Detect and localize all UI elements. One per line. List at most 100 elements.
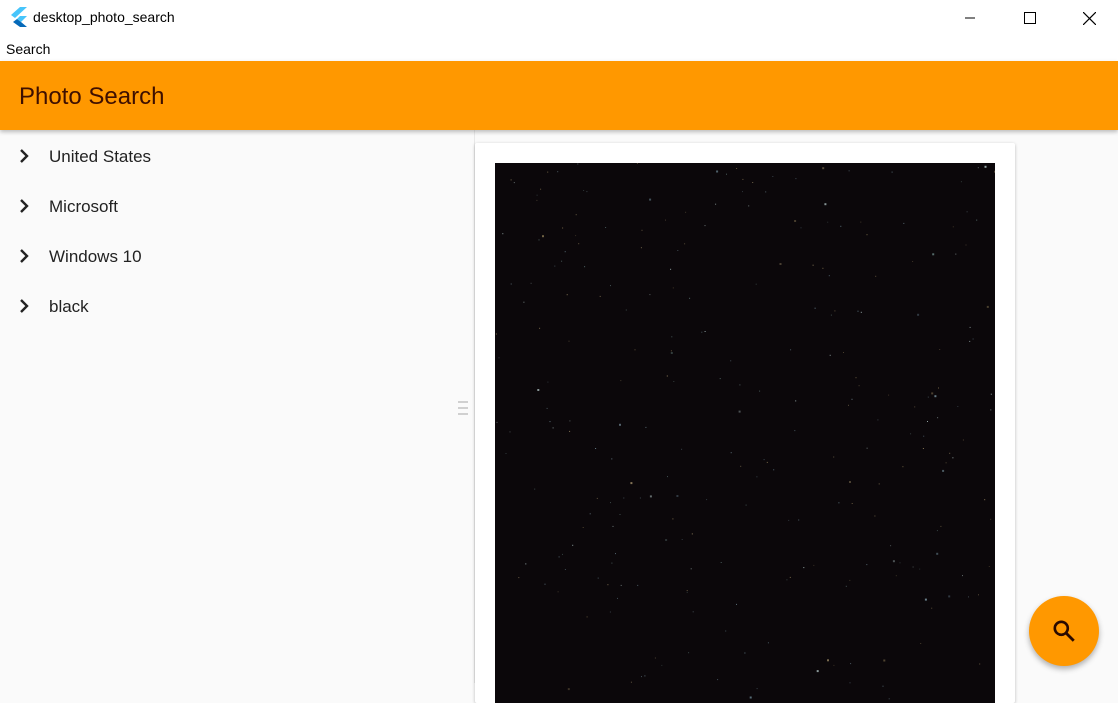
star bbox=[572, 544, 574, 546]
star bbox=[677, 250, 679, 251]
star bbox=[715, 203, 717, 205]
tree-item-united-states[interactable]: United States bbox=[0, 132, 450, 182]
star bbox=[685, 211, 687, 213]
star bbox=[979, 663, 981, 665]
star bbox=[978, 594, 979, 596]
maximize-icon bbox=[1024, 12, 1036, 24]
star bbox=[990, 518, 992, 520]
star bbox=[850, 663, 852, 665]
star bbox=[637, 584, 639, 586]
star bbox=[962, 439, 964, 441]
star bbox=[649, 294, 651, 296]
maximize-button[interactable] bbox=[1007, 0, 1053, 36]
star bbox=[610, 285, 611, 287]
star bbox=[779, 263, 782, 265]
tree-item-windows-10[interactable]: Windows 10 bbox=[0, 232, 450, 282]
star bbox=[927, 421, 928, 422]
star bbox=[892, 560, 895, 563]
star bbox=[939, 349, 941, 350]
photo-image[interactable] bbox=[495, 163, 995, 703]
star bbox=[619, 423, 621, 426]
star bbox=[827, 221, 829, 223]
star bbox=[848, 170, 850, 172]
star bbox=[578, 243, 580, 245]
star bbox=[920, 643, 922, 644]
star bbox=[544, 583, 546, 585]
star bbox=[851, 398, 853, 400]
star bbox=[948, 595, 951, 598]
star bbox=[609, 611, 611, 613]
star bbox=[833, 456, 835, 458]
star bbox=[965, 244, 967, 246]
star bbox=[752, 182, 754, 183]
star bbox=[742, 191, 743, 193]
star bbox=[858, 385, 860, 387]
star bbox=[748, 205, 750, 207]
star bbox=[495, 333, 497, 335]
star bbox=[795, 400, 797, 402]
star bbox=[786, 579, 788, 581]
star bbox=[686, 591, 688, 593]
star bbox=[931, 392, 934, 395]
star bbox=[902, 466, 904, 468]
star bbox=[584, 266, 586, 268]
star bbox=[860, 311, 862, 313]
drag-handle-icon[interactable] bbox=[456, 398, 470, 418]
star bbox=[649, 198, 652, 201]
star bbox=[744, 652, 746, 654]
star bbox=[977, 167, 979, 169]
star bbox=[934, 395, 937, 398]
star bbox=[692, 611, 694, 613]
star bbox=[765, 191, 767, 193]
star bbox=[542, 235, 544, 238]
star bbox=[834, 310, 836, 312]
star bbox=[681, 448, 683, 450]
star bbox=[518, 577, 520, 579]
star bbox=[575, 214, 577, 216]
tree-item-label: Windows 10 bbox=[49, 247, 142, 266]
star bbox=[597, 577, 599, 579]
star bbox=[888, 698, 890, 700]
close-button[interactable] bbox=[1066, 0, 1112, 36]
star bbox=[814, 307, 816, 309]
star bbox=[510, 283, 512, 285]
star bbox=[795, 178, 797, 180]
star bbox=[505, 453, 507, 454]
search-icon bbox=[1053, 620, 1075, 642]
star bbox=[595, 448, 597, 449]
star bbox=[719, 378, 721, 380]
star bbox=[891, 171, 893, 173]
star bbox=[640, 247, 642, 249]
star bbox=[914, 406, 916, 408]
star bbox=[498, 357, 500, 359]
star bbox=[513, 182, 515, 184]
minimize-button[interactable] bbox=[947, 0, 993, 36]
tree-item-microsoft[interactable]: Microsoft bbox=[0, 182, 450, 232]
menu-bar: Search bbox=[0, 36, 1118, 61]
star bbox=[740, 465, 742, 467]
star bbox=[670, 350, 672, 352]
star bbox=[540, 188, 542, 190]
tree-item-label: United States bbox=[49, 147, 152, 166]
star bbox=[676, 495, 679, 497]
photo-card bbox=[475, 143, 1015, 703]
star bbox=[617, 597, 618, 599]
star bbox=[888, 394, 890, 396]
star bbox=[704, 225, 706, 227]
star bbox=[860, 221, 862, 223]
star bbox=[670, 268, 672, 270]
search-fab[interactable] bbox=[1029, 596, 1099, 666]
star bbox=[666, 375, 668, 377]
star bbox=[789, 576, 791, 578]
menu-search[interactable]: Search bbox=[6, 41, 50, 57]
star bbox=[890, 545, 892, 547]
star bbox=[599, 295, 601, 297]
star bbox=[790, 349, 792, 351]
tree-item-black[interactable]: black bbox=[0, 282, 450, 332]
star bbox=[537, 389, 540, 391]
star bbox=[738, 410, 741, 413]
star bbox=[509, 431, 511, 433]
star bbox=[681, 539, 683, 540]
star bbox=[552, 427, 554, 429]
star bbox=[549, 421, 551, 423]
